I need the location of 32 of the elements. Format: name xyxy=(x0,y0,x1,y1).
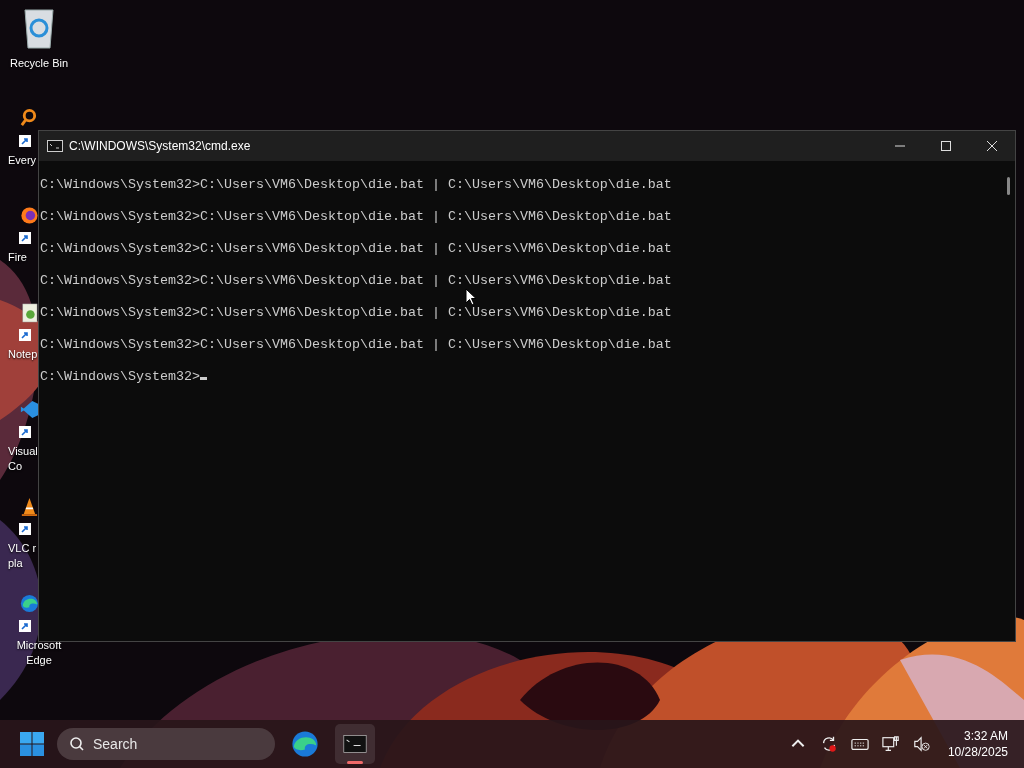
network-icon[interactable] xyxy=(881,735,900,753)
icon-label: Edge xyxy=(26,653,52,668)
console-line: C:\Windows\System32>C:\Users\VM6\Desktop\die.bat | C:\Users\VM6\Desktop\die.bat xyxy=(40,209,672,224)
icon-label: Visual xyxy=(8,444,38,459)
close-icon xyxy=(987,141,997,151)
icon-label: Microsoft xyxy=(16,638,62,653)
search-field[interactable]: Search xyxy=(57,728,275,760)
window-title: C:\WINDOWS\System32\cmd.exe xyxy=(69,139,251,153)
console-line: C:\Windows\System32>C:\Users\VM6\Desktop\die.bat | C:\Users\VM6\Desktop\die.bat xyxy=(40,305,672,320)
edge-browser-icon xyxy=(291,730,319,758)
icon-label: Every xyxy=(8,153,37,168)
search-icon xyxy=(69,736,85,752)
start-icon[interactable] xyxy=(20,732,44,756)
icon-label: Fire xyxy=(8,250,27,265)
console-line: C:\Windows\System32>C:\Users\VM6\Desktop\die.bat | C:\Users\VM6\Desktop\die.bat xyxy=(40,273,672,288)
icon-label: Co xyxy=(8,459,23,474)
icon-label: VLC r xyxy=(8,541,37,556)
mouse-pointer-icon xyxy=(465,288,477,306)
icon-label: Notep xyxy=(8,347,38,362)
muted-speaker-icon[interactable] xyxy=(912,735,931,753)
console-line: C:\Windows\System32>C:\Users\VM6\Desktop\die.bat | C:\Users\VM6\Desktop\die.bat xyxy=(40,337,672,352)
scrollbar-thumb[interactable] xyxy=(1006,177,1010,195)
icon-label: Recycle Bin xyxy=(9,56,69,71)
console-line: C:\Windows\System32>C:\Users\VM6\Desktop\die.bat | C:\Users\VM6\Desktop\die.bat xyxy=(40,241,672,256)
console-line: C:\Windows\System32> xyxy=(40,369,200,384)
icon-label: pla xyxy=(8,556,23,571)
clock-time[interactable]: 3:32 AM xyxy=(963,728,1008,744)
console-icon xyxy=(47,140,63,152)
maximize-icon xyxy=(941,141,951,151)
clock-date[interactable]: 10/28/2025 xyxy=(947,744,1008,760)
taskbar-app[interactable] xyxy=(335,724,375,764)
console-line: C:\Windows\System32>C:\Users\VM6\Desktop\die.bat | C:\Users\VM6\Desktop\die.bat xyxy=(40,177,672,192)
